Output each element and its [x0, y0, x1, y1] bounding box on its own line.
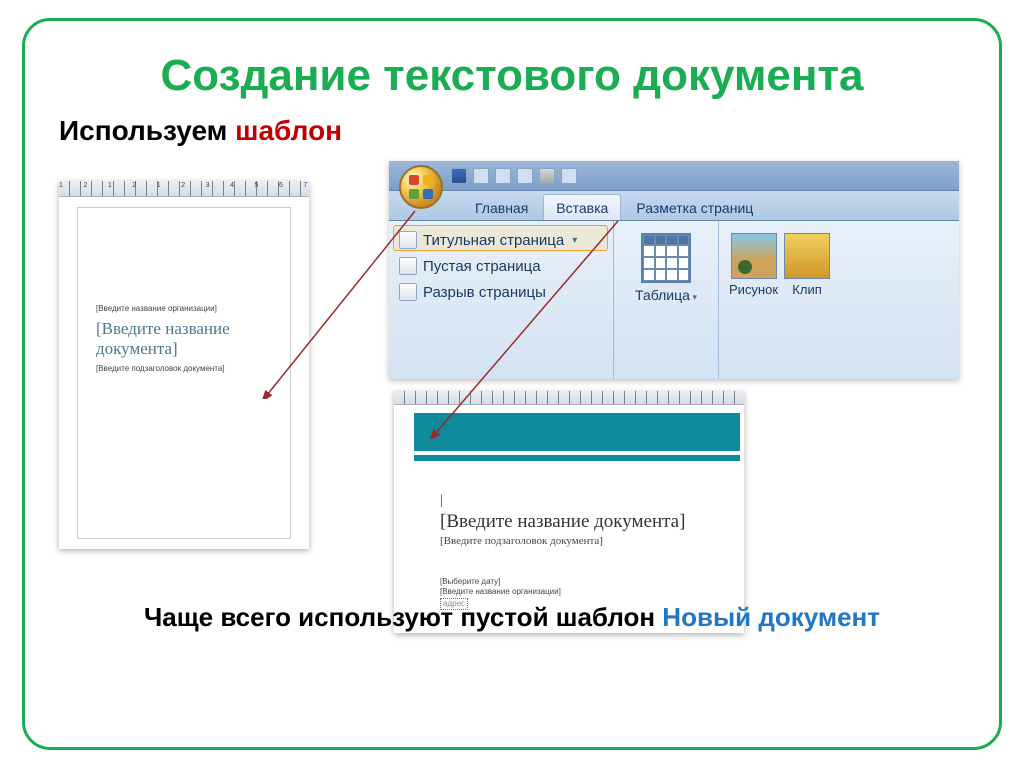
title-page-label: Титульная страница [423, 232, 564, 249]
quick-access-toolbar [451, 166, 577, 186]
blank-page-icon [399, 257, 417, 275]
clip-label: Клип [792, 282, 821, 297]
content-area: 1 2 1 2 1 2 3 4 5 6 7 8 9 10 11 12 [Введ… [59, 161, 965, 631]
office-button[interactable] [399, 165, 443, 209]
title-placeholder: [Введите название документа] [96, 319, 272, 360]
preview-icon[interactable] [561, 168, 577, 184]
titlebar [389, 161, 959, 191]
right-template-preview: | [Введите название документа] [Введите … [394, 391, 744, 633]
cover-band [414, 413, 740, 451]
picture-label: Рисунок [729, 282, 778, 297]
subtitle: Используем шаблон [59, 115, 965, 147]
document-paper: | [Введите название документа] [Введите … [414, 413, 740, 633]
subtitle-prefix: Используем [59, 115, 235, 146]
slide-title: Создание текстового документа [59, 51, 965, 101]
redo-icon[interactable] [495, 168, 511, 184]
table-label[interactable]: Таблица [635, 287, 697, 303]
ribbon-tabs: Главная Вставка Разметка страниц [389, 191, 959, 221]
picture-icon [731, 233, 777, 279]
left-template-preview: 1 2 1 2 1 2 3 4 5 6 7 8 9 10 11 12 [Введ… [59, 181, 309, 549]
ruler [394, 391, 744, 405]
ruler-ticks [394, 391, 744, 404]
footer-text: Чаще всего используют пустой шаблон Новы… [59, 602, 965, 633]
clip-icon [784, 233, 830, 279]
title-page-button[interactable]: Титульная страница [399, 231, 603, 249]
clip-button[interactable]: Клип [784, 233, 830, 375]
open-icon[interactable] [517, 168, 533, 184]
subtitle-placeholder: [Введите подзаголовок документа] [96, 364, 272, 373]
slide-frame: Создание текстового документа Используем… [22, 18, 1002, 750]
ruler-numbers: 1 2 1 2 1 2 3 4 5 6 7 8 9 10 11 12 [59, 182, 309, 189]
subtitle-highlight: шаблон [235, 115, 342, 146]
tab-insert[interactable]: Вставка [543, 194, 621, 220]
cover-content: | [Введите название документа] [Введите … [440, 493, 730, 610]
save-icon[interactable] [451, 168, 467, 184]
illustrations-group: Рисунок Клип [719, 221, 959, 379]
office-logo-icon [409, 175, 433, 199]
subtitle-placeholder: [Введите подзаголовок документа] [440, 535, 730, 547]
blank-page-label: Пустая страница [423, 258, 541, 275]
footer-highlight: Новый документ [662, 602, 880, 632]
tables-group: Таблица [614, 221, 719, 379]
table-icon[interactable] [641, 233, 691, 283]
ribbon-body: Титульная страница Пустая страница Разры… [389, 221, 959, 379]
cover-strip [414, 455, 740, 461]
word-ribbon: Главная Вставка Разметка страниц Титульн… [389, 161, 959, 379]
page-break-button[interactable]: Разрыв страницы [399, 283, 603, 301]
page-break-label: Разрыв страницы [423, 284, 546, 301]
date-placeholder: [Выберите дату] [440, 577, 730, 587]
blank-page-button[interactable]: Пустая страница [399, 257, 603, 275]
tab-home[interactable]: Главная [463, 195, 540, 220]
print-icon[interactable] [539, 168, 555, 184]
ruler: 1 2 1 2 1 2 3 4 5 6 7 8 9 10 11 12 [59, 181, 309, 197]
org-placeholder: [Введите название организации] [96, 304, 272, 313]
footer-prefix: Чаще всего используют пустой шаблон [144, 602, 662, 632]
undo-icon[interactable] [473, 168, 489, 184]
org-placeholder: [Введите название организации] [440, 587, 730, 597]
document-paper: [Введите название организации] [Введите … [77, 207, 291, 539]
text-cursor: | [440, 493, 730, 509]
tab-layout[interactable]: Разметка страниц [624, 195, 765, 220]
pages-group: Титульная страница Пустая страница Разры… [389, 221, 614, 379]
picture-button[interactable]: Рисунок [729, 233, 778, 375]
page-break-icon [399, 283, 417, 301]
title-placeholder: [Введите название документа] [440, 511, 730, 533]
title-page-icon [399, 231, 417, 249]
